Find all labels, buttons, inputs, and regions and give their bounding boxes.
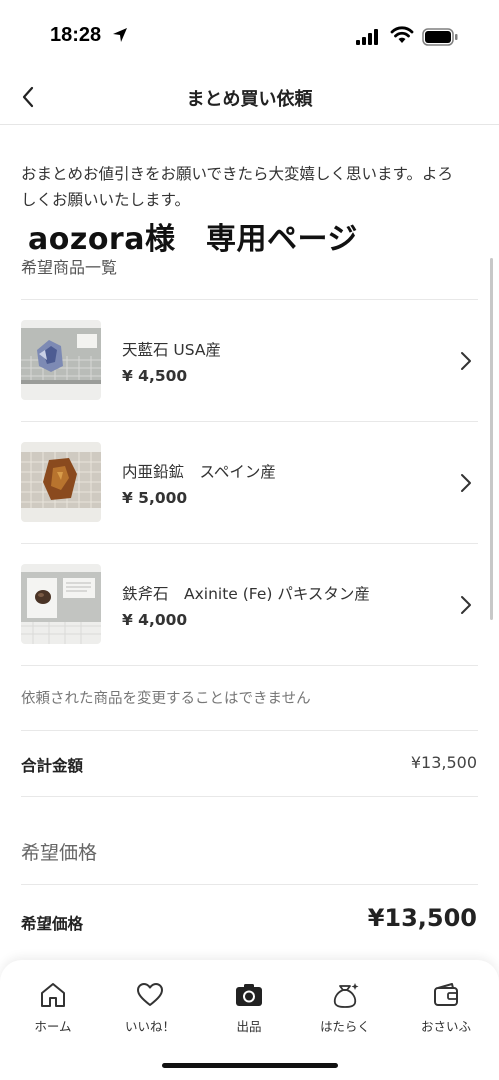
scroll-indicator <box>490 258 493 620</box>
divider <box>21 665 478 666</box>
tab-label: いいね！ <box>124 1019 175 1034</box>
list-item[interactable]: 内亜鉛鉱 スペイン産 ¥ 5,000 <box>0 422 499 542</box>
nav-bar: まとめ買い依頼 <box>0 75 499 123</box>
wallet-icon <box>434 983 458 1006</box>
dedicated-page-heading: aozora様 専用ページ <box>28 222 358 257</box>
item-price: ¥ 5,000 <box>122 489 188 507</box>
status-time: 18:28 <box>50 24 102 46</box>
tab-label: おさいふ <box>420 1019 471 1034</box>
tab-sell[interactable]: 出品 <box>204 980 294 1040</box>
chevron-right-icon <box>461 596 471 614</box>
list-item[interactable]: 天藍石 USA産 ¥ 4,500 <box>0 300 499 420</box>
item-name: 内亜鉛鉱 スペイン産 <box>122 463 276 481</box>
tab-work[interactable]: はたらく <box>300 980 390 1040</box>
page-title: まとめ買い依頼 <box>186 89 313 110</box>
tab-likes[interactable]: いいね！ <box>105 980 195 1040</box>
list-item[interactable]: 鉄斧石 Axinite (Fe) パキスタン産 ¥ 4,000 <box>0 544 499 664</box>
bottom-tab-bar: ホーム いいね！ 出品 はたらく おさいふ <box>0 960 499 1080</box>
heart-icon <box>137 983 163 1006</box>
battery-icon <box>422 28 458 46</box>
tab-label: 出品 <box>236 1019 262 1034</box>
item-price: ¥ 4,500 <box>122 367 188 385</box>
home-indicator <box>162 1063 338 1068</box>
item-thumbnail <box>21 320 101 400</box>
total-value: ¥13,500 <box>410 753 477 772</box>
change-not-allowed-note: 依頼された商品を変更することはできません <box>21 691 311 707</box>
cellular-signal-icon <box>356 29 378 45</box>
desired-price-section-title: 希望価格 <box>21 842 98 864</box>
location-arrow-icon <box>113 28 127 42</box>
chevron-right-icon <box>461 474 471 492</box>
money-bag-icon <box>333 983 359 1008</box>
item-thumbnail <box>21 442 101 522</box>
item-thumbnail <box>21 564 101 644</box>
desired-price-label: 希望価格 <box>21 915 84 933</box>
home-icon <box>41 983 65 1007</box>
nav-divider <box>0 124 499 125</box>
divider <box>21 730 478 731</box>
divider <box>21 796 478 797</box>
status-bar: 18:28 <box>0 0 499 75</box>
item-list-title: 希望商品一覧 <box>21 258 118 277</box>
item-name: 鉄斧石 Axinite (Fe) パキスタン産 <box>122 585 370 603</box>
chevron-right-icon <box>461 352 471 370</box>
item-name: 天藍石 USA産 <box>122 341 222 359</box>
tab-label: ホーム <box>34 1019 72 1034</box>
tab-label: はたらく <box>320 1019 370 1034</box>
divider <box>21 884 478 885</box>
tab-home[interactable]: ホーム <box>8 980 98 1040</box>
request-message: おまとめお値引きをお願いできたら大変嬉しく思います。よろしくお願いいたします。 <box>21 165 453 209</box>
desired-price-value: ¥13,500 <box>367 904 477 932</box>
item-price: ¥ 4,000 <box>122 611 188 629</box>
wifi-icon <box>390 26 414 43</box>
total-label: 合計金額 <box>21 757 84 775</box>
camera-icon <box>236 984 262 1006</box>
tab-wallet[interactable]: おさいふ <box>401 980 491 1040</box>
